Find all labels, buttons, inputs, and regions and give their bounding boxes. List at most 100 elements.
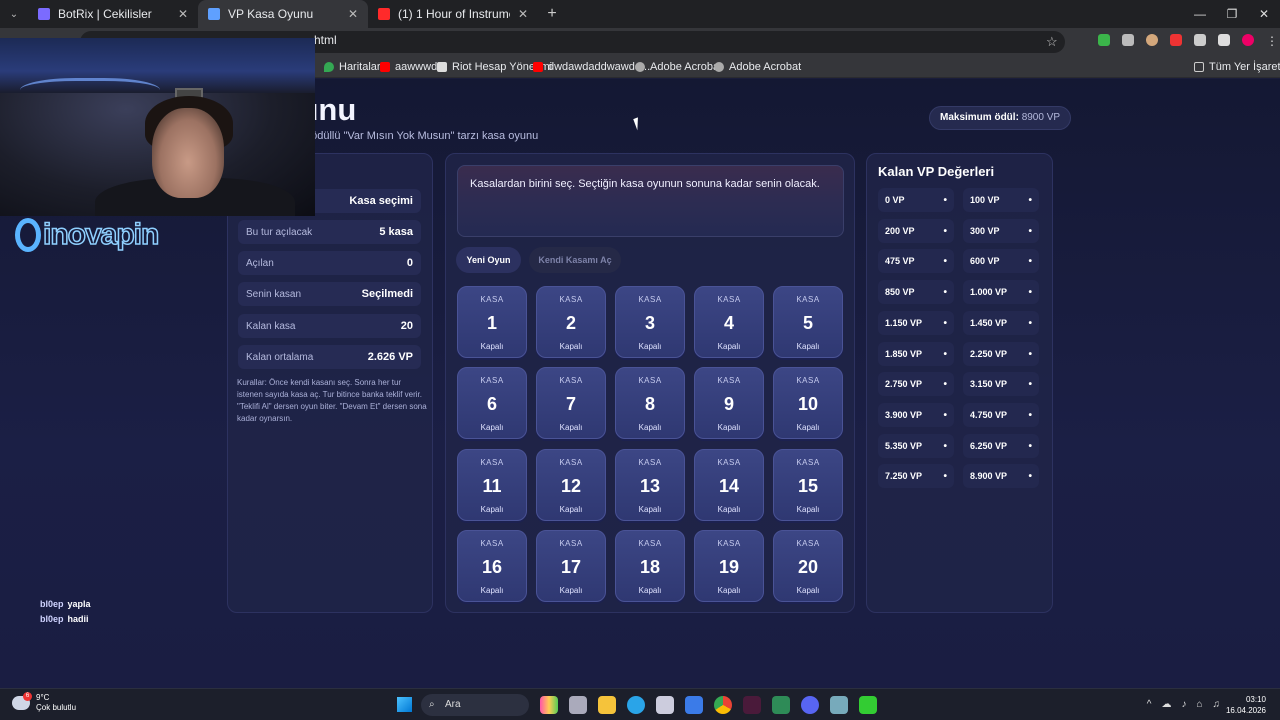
volume-icon[interactable]: ♫: [1213, 699, 1221, 710]
all-bookmarks[interactable]: Tüm Yer İşaretleri: [1194, 61, 1280, 73]
stat-label: Kalan kasa: [246, 320, 296, 332]
vp-value-text: 200 VP: [885, 226, 915, 236]
case-card-14[interactable]: KASA 14 Kapalı: [694, 449, 764, 521]
clock-time: 03:10: [1245, 695, 1266, 704]
case-card-18[interactable]: KASA 18 Kapalı: [615, 530, 685, 602]
bookmark-adobe-2[interactable]: Adobe Acrobat: [714, 61, 801, 73]
file-explorer-icon[interactable]: [598, 696, 616, 714]
cloud-sync-icon[interactable]: ☁: [1161, 699, 1171, 710]
bookmark-aawwwd[interactable]: aawwwd: [380, 61, 437, 73]
case-card-17[interactable]: KASA 17 Kapalı: [536, 530, 606, 602]
case-card-3[interactable]: KASA 3 Kapalı: [615, 286, 685, 358]
sponsor-logo-text: inovapin: [42, 217, 160, 252]
case-card-15[interactable]: KASA 15 Kapalı: [773, 449, 843, 521]
webcam-person-face: [152, 108, 224, 198]
new-game-button[interactable]: Yeni Oyun: [456, 247, 521, 273]
case-card-16[interactable]: KASA 16 Kapalı: [457, 530, 527, 602]
case-status: Kapalı: [796, 505, 820, 514]
app-icon[interactable]: [859, 696, 877, 714]
chat-message: bl0ep hadii: [40, 614, 89, 624]
windows-start-icon[interactable]: [397, 697, 412, 712]
case-card-6[interactable]: KASA 6 Kapalı: [457, 367, 527, 439]
bookmark-label: Adobe Acrobat: [650, 61, 723, 73]
case-card-7[interactable]: KASA 7 Kapalı: [536, 367, 606, 439]
store-icon[interactable]: [656, 696, 674, 714]
edge-icon[interactable]: [627, 696, 645, 714]
media-controls-icon[interactable]: [1218, 34, 1230, 46]
case-label: KASA: [559, 458, 583, 467]
close-tab-icon[interactable]: ✕: [178, 7, 188, 21]
bookmark-label: Haritalar: [339, 61, 381, 73]
vp-value-chip: 6.250 VP •: [963, 434, 1039, 458]
tab-search-chevron-icon[interactable]: ⌄: [0, 9, 28, 20]
chevron-up-icon[interactable]: ^: [1147, 699, 1152, 710]
minimize-icon[interactable]: —: [1184, 0, 1216, 28]
tab-vp-kasa-oyunu[interactable]: VP Kasa Oyunu ✕: [198, 0, 368, 28]
network-icon[interactable]: ⌂: [1196, 699, 1202, 710]
app-icon[interactable]: [772, 696, 790, 714]
microphone-icon[interactable]: ♪: [1181, 699, 1186, 710]
case-status: Kapalı: [559, 505, 583, 514]
case-status: Kapalı: [638, 342, 662, 351]
status-dot-icon: •: [943, 286, 947, 298]
case-card-4[interactable]: KASA 4 Kapalı: [694, 286, 764, 358]
riot-icon: [437, 62, 447, 72]
case-number: 20: [797, 557, 819, 577]
close-window-icon[interactable]: ✕: [1248, 0, 1280, 28]
shield-extension-icon[interactable]: [1098, 34, 1110, 46]
case-card-11[interactable]: KASA 11 Kapalı: [457, 449, 527, 521]
case-number: 19: [718, 557, 740, 577]
close-tab-icon[interactable]: ✕: [348, 7, 358, 21]
bookmark-star-icon[interactable]: ☆: [1046, 34, 1058, 50]
discord-icon[interactable]: [801, 696, 819, 714]
extension-icon[interactable]: [1122, 34, 1134, 46]
tab-bar: ⌄ BotRix | Cekilisler ✕ VP Kasa Oyunu ✕ …: [0, 0, 1280, 28]
restore-icon[interactable]: ❐: [1216, 0, 1248, 28]
menu-kebab-icon[interactable]: ⋮: [1266, 34, 1278, 48]
folder-icon: [1194, 62, 1204, 72]
url-text[interactable]: html: [314, 33, 337, 47]
case-number: 3: [644, 313, 655, 333]
case-card-19[interactable]: KASA 19 Kapalı: [694, 530, 764, 602]
vp-value-chip: 850 VP •: [878, 280, 954, 304]
case-card-2[interactable]: KASA 2 Kapalı: [536, 286, 606, 358]
vp-value-text: 3.150 VP: [970, 379, 1008, 389]
weather-temp: 9°C: [36, 693, 50, 702]
tab-youtube[interactable]: (1) 1 Hour of Instrumental Actio ✕: [368, 0, 538, 28]
close-tab-icon[interactable]: ✕: [518, 7, 528, 21]
case-label: KASA: [717, 295, 741, 304]
flowers-widget-icon[interactable]: [540, 696, 558, 714]
clock[interactable]: 03:10 16.04.2026: [1226, 694, 1266, 716]
open-own-case-button[interactable]: Kendi Kasamı Aç: [529, 247, 621, 273]
botrix-favicon-icon: [38, 8, 50, 20]
case-card-10[interactable]: KASA 10 Kapalı: [773, 367, 843, 439]
avatar-extension-icon[interactable]: [1146, 34, 1158, 46]
weather-widget[interactable]: 9°C Çok bulutlu: [12, 693, 76, 713]
stat-label: Açılan: [246, 257, 274, 269]
case-card-1[interactable]: KASA 1 Kapalı: [457, 286, 527, 358]
case-card-5[interactable]: KASA 5 Kapalı: [773, 286, 843, 358]
case-card-13[interactable]: KASA 13 Kapalı: [615, 449, 685, 521]
search-icon: ⌕: [429, 699, 435, 710]
bookmark-adobe-1[interactable]: Adobe Acrobat: [635, 61, 722, 73]
bookmark-haritalar[interactable]: Haritalar: [324, 61, 381, 73]
app-icon[interactable]: [743, 696, 761, 714]
tp-extension-icon[interactable]: [1170, 34, 1182, 46]
task-view-icon[interactable]: [569, 696, 587, 714]
chat-text: hadii: [67, 614, 89, 624]
app-icon[interactable]: [830, 696, 848, 714]
case-status: Kapalı: [638, 505, 662, 514]
bookmark-dwdaw[interactable]: dwdawdaddwawda...: [533, 61, 650, 73]
profile-icon[interactable]: [1242, 34, 1254, 46]
puzzle-extensions-icon[interactable]: [1194, 34, 1206, 46]
case-status: Kapalı: [559, 342, 583, 351]
case-card-20[interactable]: KASA 20 Kapalı: [773, 530, 843, 602]
tab-botrix[interactable]: BotRix | Cekilisler ✕: [28, 0, 198, 28]
case-card-12[interactable]: KASA 12 Kapalı: [536, 449, 606, 521]
chrome-icon[interactable]: [714, 696, 732, 714]
case-card-9[interactable]: KASA 9 Kapalı: [694, 367, 764, 439]
new-tab-plus-icon[interactable]: +: [538, 5, 566, 23]
case-card-8[interactable]: KASA 8 Kapalı: [615, 367, 685, 439]
mail-icon[interactable]: [685, 696, 703, 714]
taskbar-search[interactable]: ⌕ Ara: [421, 694, 529, 716]
